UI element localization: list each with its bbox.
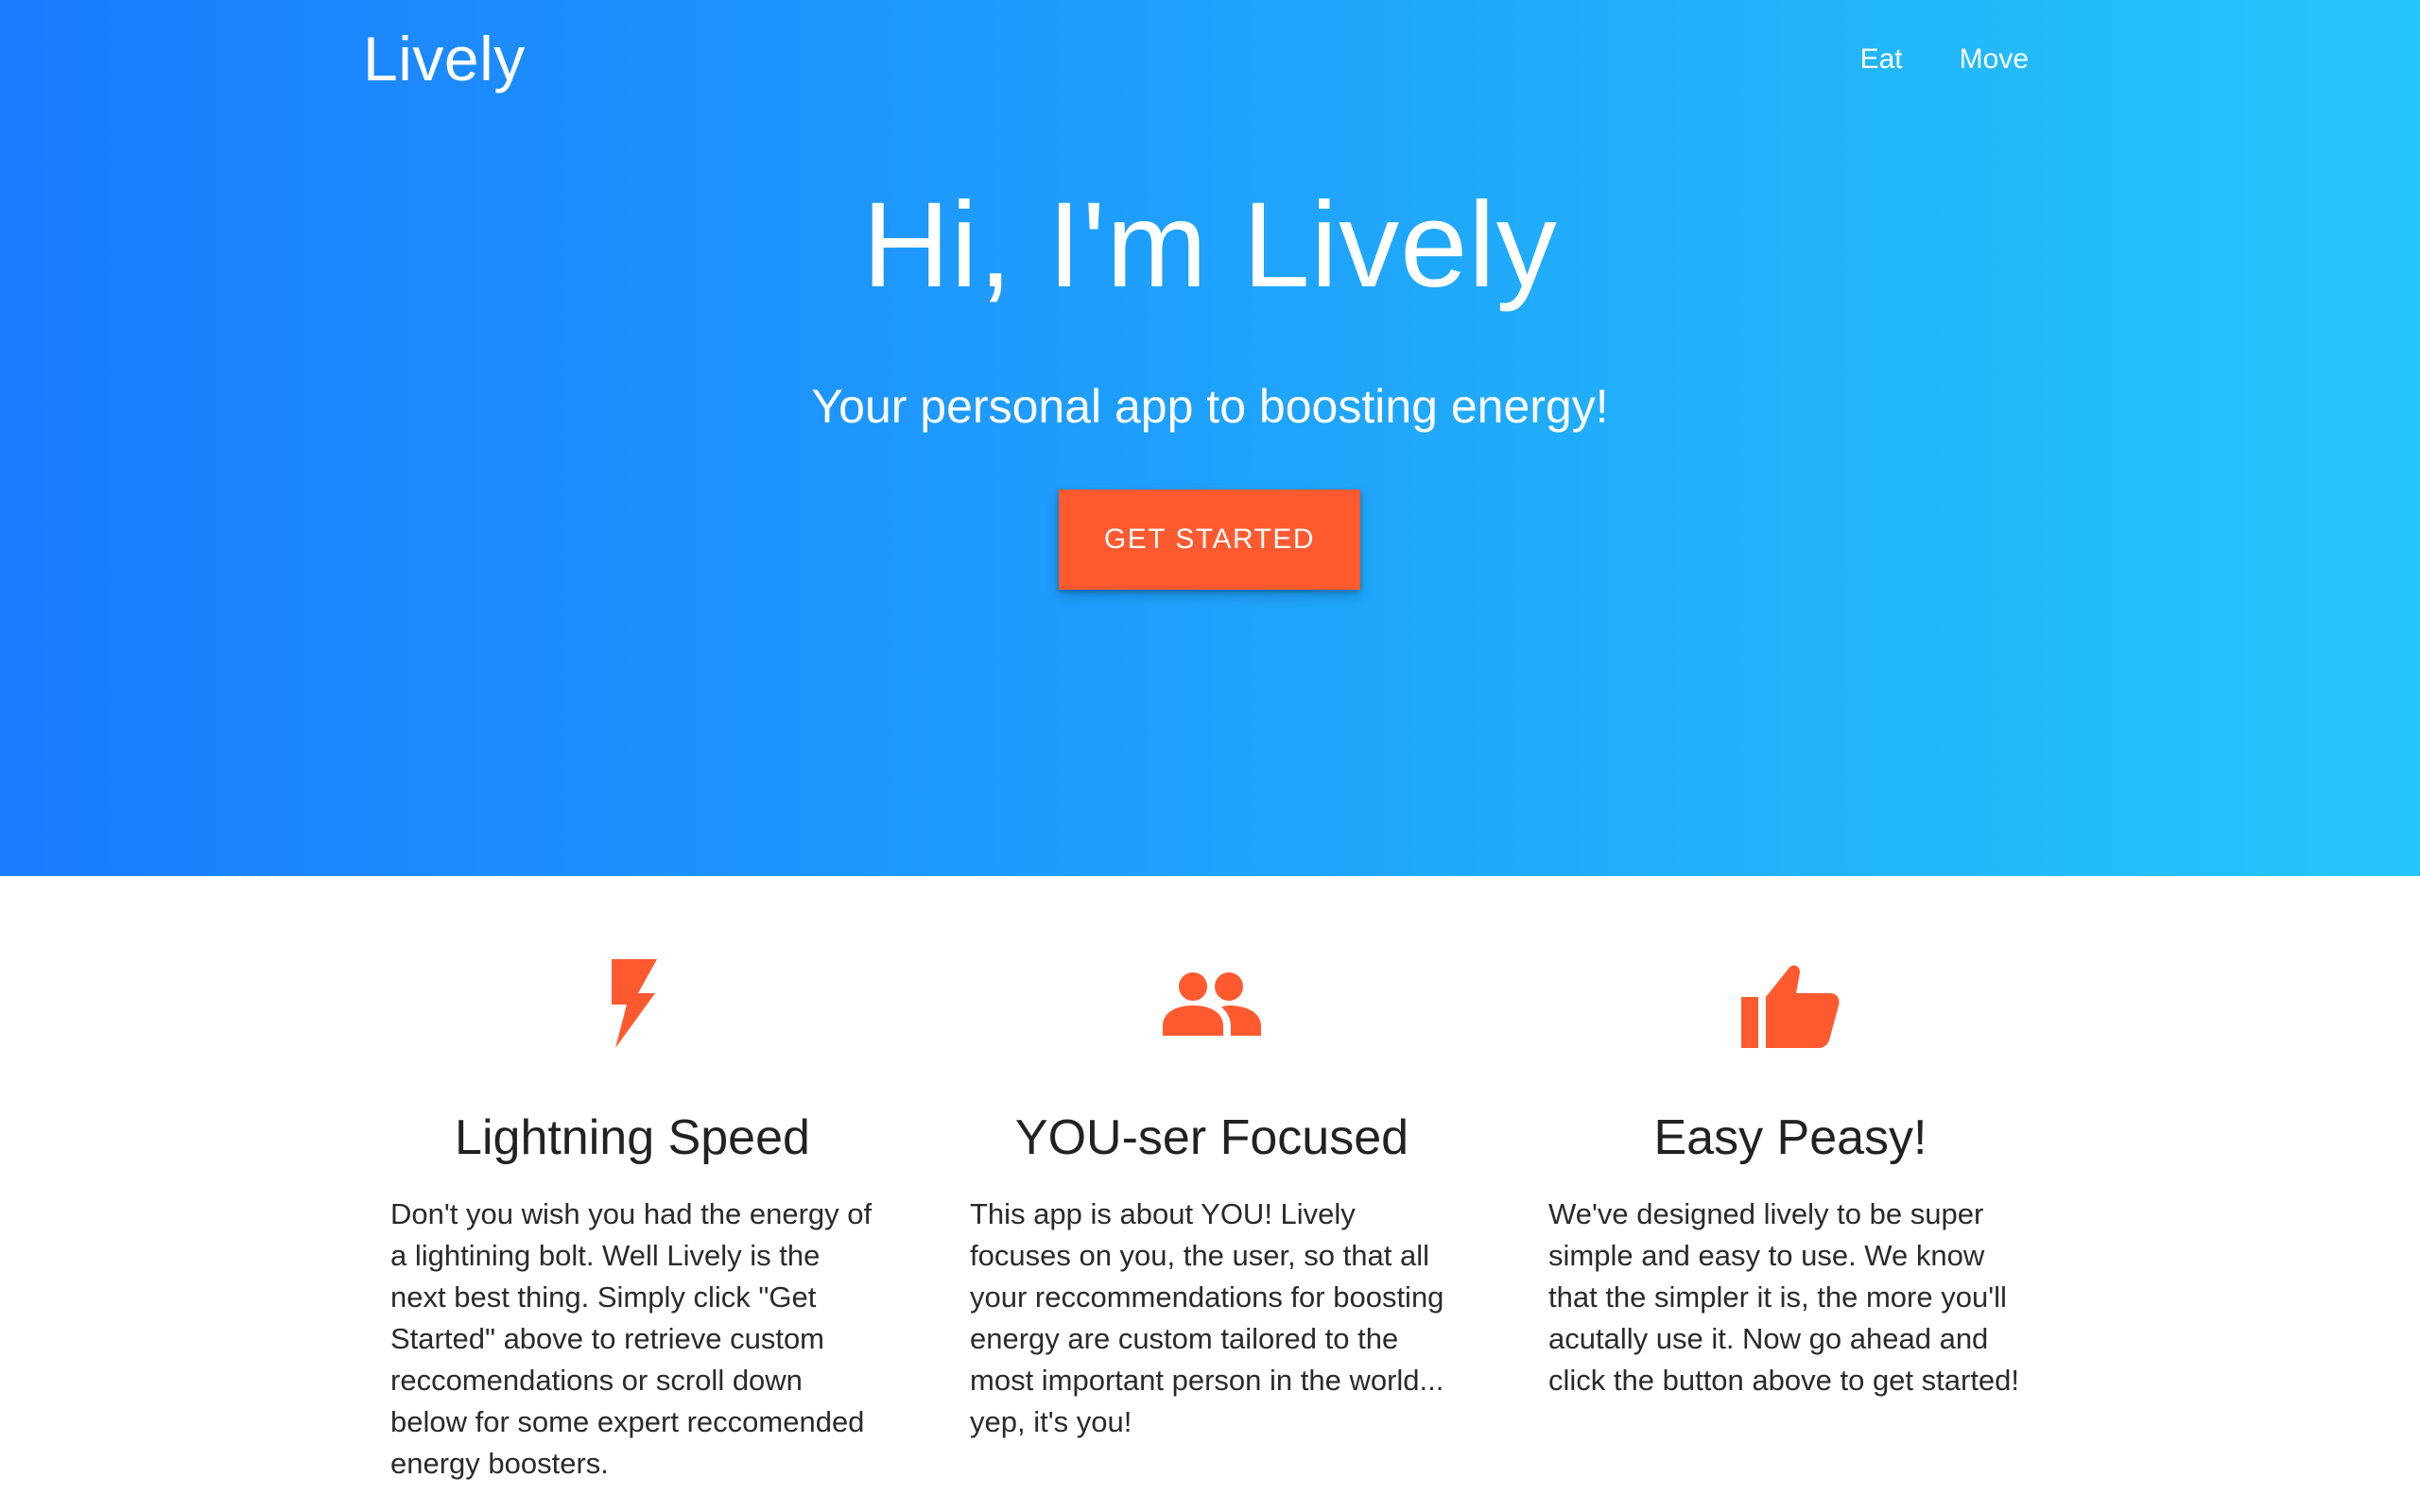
nav-link-eat[interactable]: Eat	[1860, 38, 1903, 81]
hero-section: Lively Eat Move Hi, I'm Lively Your pers…	[0, 0, 2420, 876]
feature-title: Lightning Speed	[455, 1110, 810, 1165]
hero-title: Hi, I'm Lively	[862, 178, 1558, 313]
people-icon	[970, 957, 1454, 1052]
lightning-bolt-icon	[390, 957, 874, 1052]
thumbs-up-icon	[1548, 957, 2032, 1052]
feature-title: YOU-ser Focused	[1014, 1110, 1409, 1165]
brand-logo[interactable]: Lively	[363, 21, 526, 96]
hero-subtitle: Your personal app to boosting energy!	[811, 380, 1609, 433]
feature-description: This app is about YOU! Lively focuses on…	[970, 1197, 1444, 1438]
nav-link-move[interactable]: Move	[1960, 38, 2029, 81]
feature-description: Don't you wish you had the energy of a l…	[390, 1197, 873, 1480]
features-section: Lightning Speed Don't you wish you had t…	[0, 876, 2420, 1512]
get-started-button[interactable]: GET STARTED	[1059, 490, 1360, 590]
feature-description: We've designed lively to be super simple…	[1548, 1197, 2020, 1397]
feature-title: Easy Peasy!	[1653, 1110, 1927, 1165]
top-nav: Eat Move	[1860, 38, 2029, 81]
